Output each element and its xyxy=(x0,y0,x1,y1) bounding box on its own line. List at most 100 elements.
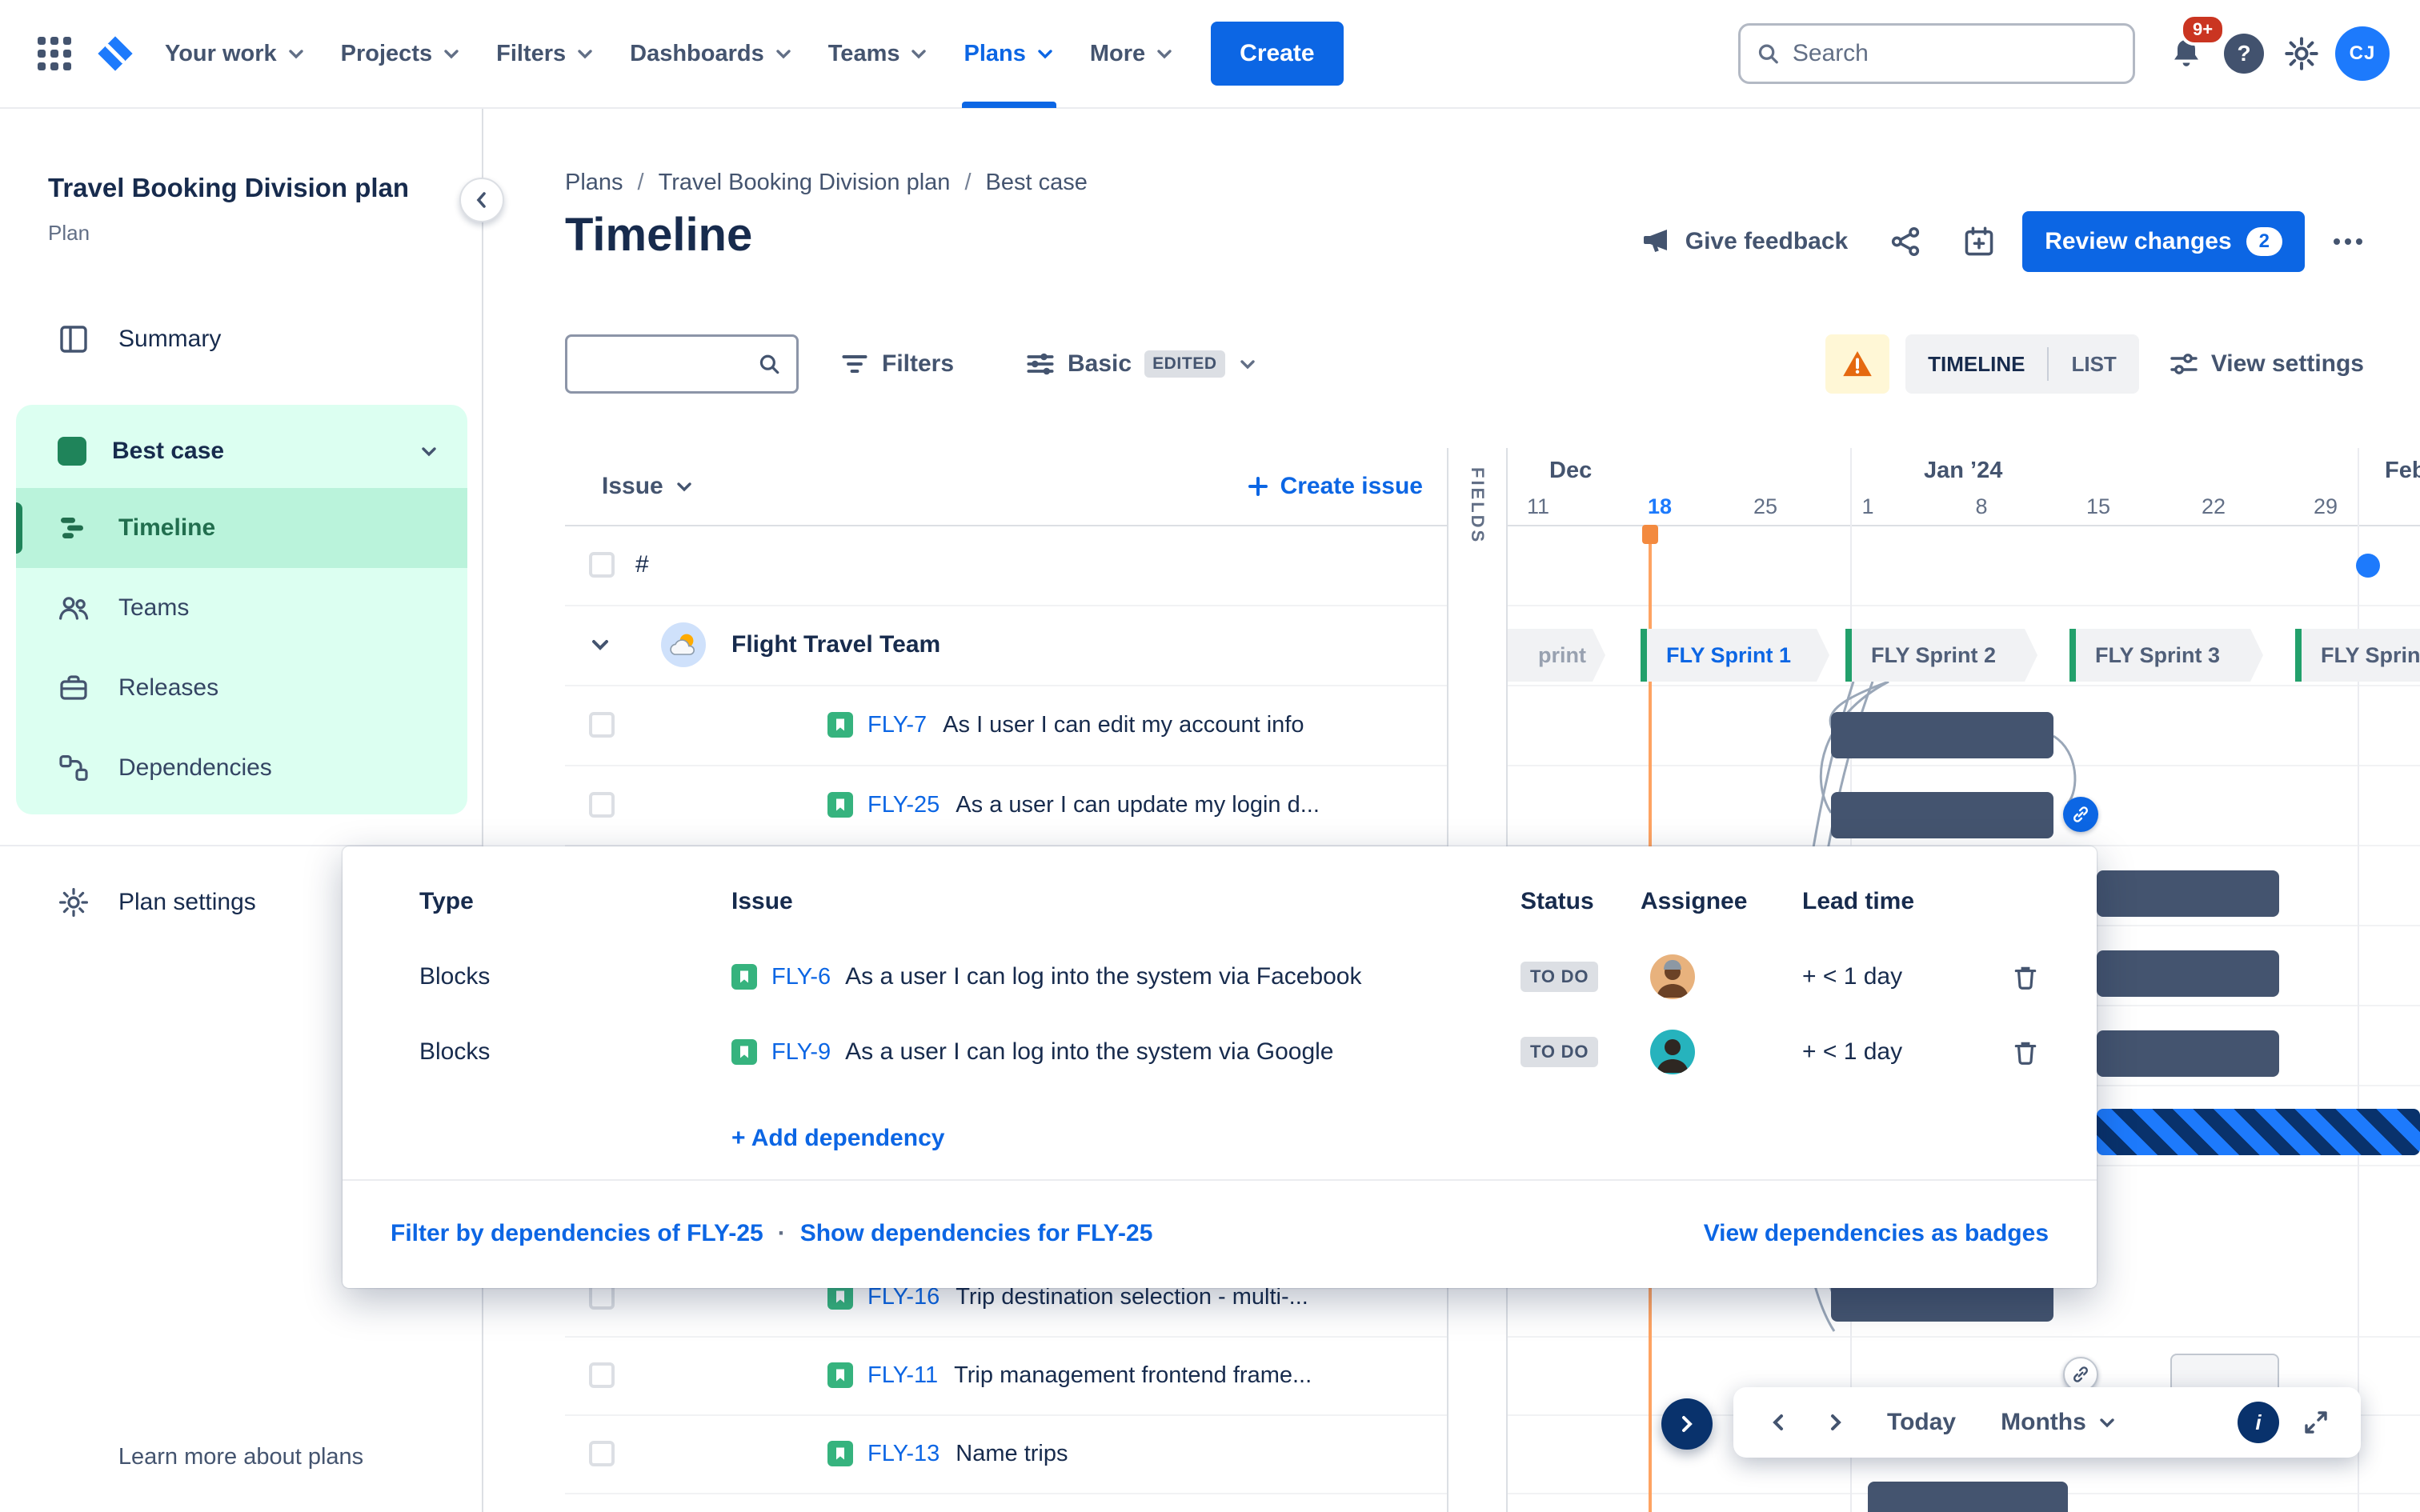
scroll-right-button[interactable] xyxy=(1810,1397,1861,1448)
learn-more-link[interactable]: Learn more about plans xyxy=(0,1444,482,1470)
row-checkbox[interactable] xyxy=(589,792,615,818)
schedule-bar[interactable] xyxy=(2097,950,2279,997)
tab-timeline[interactable]: TIMELINE xyxy=(1905,334,2047,394)
view-mode-toggle: TIMELINE LIST xyxy=(1905,334,2139,394)
chevron-down-icon xyxy=(578,50,592,59)
global-search[interactable] xyxy=(1738,23,2135,84)
issue-key-link[interactable]: FLY-11 xyxy=(867,1362,938,1389)
schedule-bar[interactable] xyxy=(1831,792,2053,838)
sidebar-item-releases[interactable]: Releases xyxy=(16,648,467,728)
create-button[interactable]: Create xyxy=(1211,22,1344,86)
sidebar-collapse-button[interactable] xyxy=(459,178,504,222)
nav-your-work[interactable]: Your work xyxy=(147,0,323,108)
dependency-row: Blocks FLY-6 As a user I can log into th… xyxy=(419,939,2049,1014)
create-issue-button[interactable]: Create issue xyxy=(1247,448,1423,525)
share-icon xyxy=(1892,227,1920,257)
sprint-chip[interactable]: print xyxy=(1508,629,1605,682)
show-dependencies-link[interactable]: Show dependencies for FLY-25 xyxy=(800,1220,1153,1247)
settings-button[interactable] xyxy=(2273,25,2330,82)
nav-more[interactable]: More xyxy=(1072,0,1192,108)
today-button[interactable]: Today xyxy=(1868,1409,1975,1436)
plan-search-input[interactable] xyxy=(583,351,758,377)
jira-logo[interactable] xyxy=(83,22,147,86)
row-checkbox[interactable] xyxy=(589,1441,615,1466)
help-button[interactable]: ? xyxy=(2215,25,2273,82)
lead-time: + < 1 day xyxy=(1802,963,1903,990)
jira-logo-icon xyxy=(98,36,133,71)
striped-schedule-bar[interactable] xyxy=(2097,1109,2420,1155)
row-checkbox[interactable] xyxy=(589,552,615,578)
chevron-right-icon xyxy=(1682,1416,1693,1432)
issue-key-link[interactable]: FLY-13 xyxy=(867,1441,940,1467)
add-dependency-link[interactable]: + Add dependency xyxy=(731,1125,944,1152)
zoom-level-dropdown[interactable]: Months xyxy=(1981,1409,2136,1436)
sprint-chip[interactable]: FLY Sprint 3 xyxy=(2069,629,2263,682)
expand-fields-button[interactable] xyxy=(1661,1398,1713,1450)
breadcrumb-plans[interactable]: Plans xyxy=(565,170,623,196)
sidebar-item-timeline[interactable]: Timeline xyxy=(16,488,467,568)
delete-dependency-button[interactable] xyxy=(2012,963,2039,990)
profile-button[interactable]: CJ xyxy=(2330,25,2394,82)
delete-dependency-button[interactable] xyxy=(2012,1038,2039,1066)
sidebar-item-summary[interactable]: Summary xyxy=(0,304,469,374)
filters-button[interactable]: Filters xyxy=(826,334,968,394)
issue-key-link[interactable]: FLY-7 xyxy=(867,712,927,738)
lead-time: + < 1 day xyxy=(1802,1038,1903,1065)
sidebar-item-dependencies[interactable]: Dependencies xyxy=(16,728,467,808)
plan-title: Travel Booking Division plan xyxy=(48,173,410,202)
nav-projects[interactable]: Projects xyxy=(323,0,479,108)
schedule-bar[interactable] xyxy=(1831,712,2053,758)
story-type-icon xyxy=(731,964,757,990)
plan-search-field[interactable] xyxy=(565,334,799,394)
warning-button[interactable] xyxy=(1825,334,1890,394)
assignee-avatar xyxy=(1650,954,1695,999)
schedule-bar[interactable] xyxy=(2097,1030,2279,1077)
view-dependencies-as-badges-link[interactable]: View dependencies as badges xyxy=(1704,1220,2049,1247)
issue-key-link[interactable]: FLY-25 xyxy=(867,792,940,818)
nav-filters[interactable]: Filters xyxy=(479,0,612,108)
scroll-left-button[interactable] xyxy=(1753,1397,1804,1448)
teams-icon xyxy=(59,597,89,620)
team-name[interactable]: Flight Travel Team xyxy=(731,631,940,658)
fullscreen-button[interactable] xyxy=(2290,1397,2342,1448)
search-input[interactable] xyxy=(1792,40,2117,67)
row-checkbox[interactable] xyxy=(589,712,615,738)
row-checkbox[interactable] xyxy=(589,1362,615,1388)
sidebar-item-label: Plan settings xyxy=(118,889,256,915)
more-options-button[interactable] xyxy=(2318,227,2378,256)
app-switcher-icon[interactable] xyxy=(26,25,83,82)
breadcrumb-separator: / xyxy=(637,170,644,195)
page-title: Timeline xyxy=(565,209,753,261)
give-feedback-button[interactable]: Give feedback xyxy=(1626,214,1862,269)
filter-by-dependencies-link[interactable]: Filter by dependencies of FLY-25 xyxy=(391,1220,763,1247)
review-changes-button[interactable]: Review changes 2 xyxy=(2022,211,2305,272)
dependency-link-badge[interactable] xyxy=(2063,797,2098,832)
capacity-calendar-button[interactable] xyxy=(1949,214,2009,269)
view-settings-button[interactable]: View settings xyxy=(2155,338,2378,390)
fields-label: FIELDS xyxy=(1468,467,1488,545)
nav-teams[interactable]: Teams xyxy=(811,0,947,108)
issue-key-link[interactable]: FLY-9 xyxy=(771,1039,831,1066)
share-button[interactable] xyxy=(1875,214,1936,269)
sprint-chip[interactable]: FLY Sprint 1 xyxy=(1641,629,1829,682)
collapse-group-button[interactable] xyxy=(587,632,619,658)
story-type-icon xyxy=(827,1362,853,1388)
schedule-bar[interactable] xyxy=(1868,1482,2068,1512)
schedule-bar[interactable] xyxy=(2097,870,2279,917)
nav-plans[interactable]: Plans xyxy=(946,0,1072,108)
nav-dashboards[interactable]: Dashboards xyxy=(612,0,811,108)
sprint-chip[interactable]: FLY Sprint 2 xyxy=(1845,629,2037,682)
breadcrumb-scenario[interactable]: Best case xyxy=(986,170,1088,196)
notifications-button[interactable]: 9+ xyxy=(2158,14,2226,82)
issue-key-link[interactable]: FLY-6 xyxy=(771,964,831,990)
sidebar-item-teams[interactable]: Teams xyxy=(16,568,467,648)
issue-header-dropdown[interactable]: Issue xyxy=(602,473,694,500)
status-badge: TO DO xyxy=(1521,962,1599,992)
tab-list[interactable]: LIST xyxy=(2049,334,2138,394)
scenario-header[interactable]: Best case xyxy=(16,414,467,488)
info-button[interactable]: i xyxy=(2233,1397,2284,1448)
sprint-chip[interactable]: FLY Sprin xyxy=(2295,629,2420,682)
view-selector-button[interactable]: Basic EDITED xyxy=(1012,334,1272,394)
sidebar-item-label: Dependencies xyxy=(118,754,272,781)
breadcrumb-plan[interactable]: Travel Booking Division plan xyxy=(659,170,951,196)
